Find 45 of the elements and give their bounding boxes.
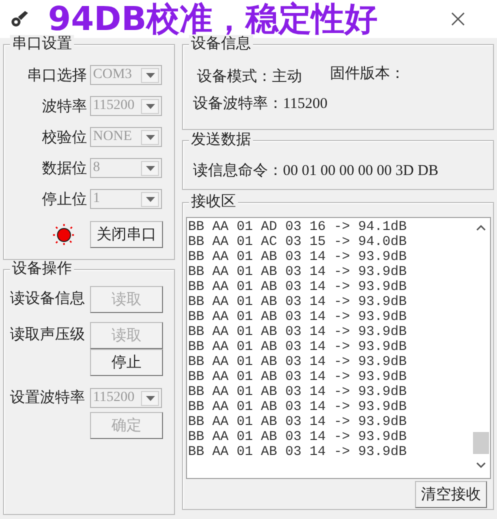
field-label: 串口选择 bbox=[26, 66, 87, 84]
field-label: 读取声压级 bbox=[10, 326, 86, 345]
caret-icon bbox=[146, 396, 154, 400]
log-line: BB AA 01 AB 03 14 -> 93.9dB bbox=[188, 265, 407, 280]
device-baud-text: 设备波特率：115200 bbox=[193, 94, 328, 113]
field-label: 波特率 bbox=[41, 97, 87, 116]
caret-icon bbox=[146, 196, 154, 202]
log-line: BB AA 01 AB 03 14 -> 93.9dB bbox=[188, 295, 407, 310]
field-label: 数据位 bbox=[41, 160, 87, 178]
log-line: BB AA 01 AB 03 14 -> 93.9dB bbox=[188, 400, 407, 415]
button[interactable]: 停止 bbox=[90, 349, 163, 376]
log-line: BB AA 01 AB 03 14 -> 93.9dB bbox=[188, 385, 407, 400]
group-title: 接收区 bbox=[189, 193, 238, 211]
log-line: BB AA 01 AC 03 15 -> 94.0dB bbox=[188, 235, 407, 250]
log-line: BB AA 01 AB 03 14 -> 93.9dB bbox=[188, 370, 407, 385]
group-title: 发送数据 bbox=[189, 131, 253, 149]
log-line: BB AA 01 AB 03 14 -> 93.9dB bbox=[188, 415, 407, 430]
device-mode-text: 设备模式：主动 bbox=[197, 67, 302, 86]
caption-text: 94DB校准，稳定性好 bbox=[48, 2, 378, 36]
close-port-button[interactable]: 关闭串口 bbox=[90, 221, 163, 248]
group-title: 设备信息 bbox=[189, 35, 253, 53]
caret-icon bbox=[146, 166, 154, 170]
log-line: BB AA 01 AB 03 14 -> 93.9dB bbox=[188, 430, 407, 445]
log-line: BB AA 01 AB 03 14 -> 93.9dB bbox=[188, 355, 407, 370]
clear-button[interactable]: 清空接收 bbox=[415, 481, 487, 508]
group-title: 串口设置 bbox=[10, 35, 74, 53]
field-label: 读设备信息 bbox=[10, 290, 86, 309]
log-line: BB AA 01 AB 03 14 -> 93.9dB bbox=[188, 325, 407, 340]
group-title: 设备操作 bbox=[10, 260, 74, 278]
close-icon[interactable] bbox=[451, 12, 465, 26]
command-text: 读信息命令：00 01 00 00 00 00 3D DB bbox=[193, 162, 438, 180]
field-label: 停止位 bbox=[41, 190, 87, 208]
log-line: BB AA 01 AB 03 14 -> 93.9dB bbox=[188, 280, 407, 295]
caret-icon bbox=[146, 72, 154, 78]
field-label: 设置波特率 bbox=[10, 388, 86, 408]
caret-icon bbox=[146, 134, 154, 140]
field-label: 校验位 bbox=[41, 128, 87, 146]
tools-icon bbox=[10, 10, 30, 28]
log-line: BB AA 01 AB 03 14 -> 93.9dB bbox=[188, 340, 407, 355]
caret-icon bbox=[146, 104, 154, 108]
log-line: BB AA 01 AB 03 14 -> 93.9dB bbox=[188, 310, 407, 325]
log-line: BB AA 01 AB 03 14 -> 93.9dB bbox=[188, 445, 407, 460]
log-line: BB AA 01 AD 03 16 -> 94.1dB bbox=[188, 220, 407, 235]
firmware-version-text: 固件版本： bbox=[330, 64, 405, 83]
log-line: BB AA 01 AB 03 14 -> 93.9dB bbox=[188, 250, 407, 265]
